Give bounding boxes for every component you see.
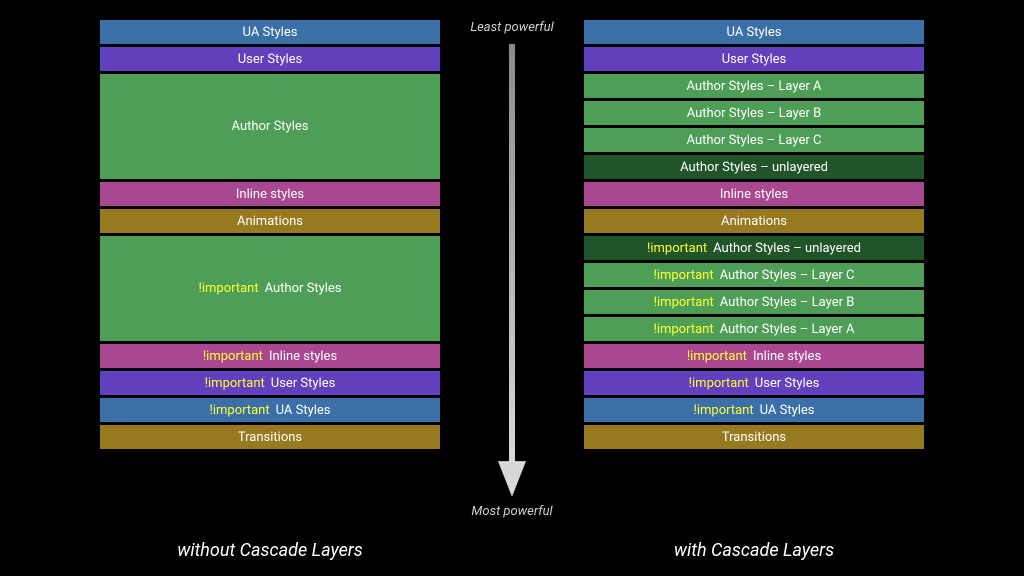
left-row-label: User Styles [238, 52, 303, 67]
right-row-label: Author Styles – Layer A [687, 79, 822, 94]
left-row-2: Author Styles [100, 74, 440, 179]
left-row-4: Animations [100, 209, 440, 233]
left-row-label: Animations [237, 214, 303, 229]
left-row-9: Transitions [100, 425, 440, 449]
important-prefix: !important [653, 322, 713, 337]
right-row-label: Author Styles – Layer A [720, 322, 855, 337]
right-row-7: Animations [584, 209, 924, 233]
down-arrow-icon [496, 44, 528, 497]
left-row-label: UA Styles [243, 25, 298, 40]
right-row-14: !important UA Styles [584, 398, 924, 422]
right-row-label: Author Styles – Layer B [720, 295, 855, 310]
right-row-11: !important Author Styles – Layer A [584, 317, 924, 341]
right-row-10: !important Author Styles – Layer B [584, 290, 924, 314]
left-column: UA Styles User Styles Author Styles Inline … [100, 20, 440, 449]
right-row-0: UA Styles [584, 20, 924, 44]
right-row-label: Author Styles – unlayered [713, 241, 861, 256]
axis-arrow-wrap [496, 36, 528, 505]
left-row-7: !important User Styles [100, 371, 440, 395]
left-row-label: Author Styles [265, 281, 342, 296]
right-row-label: Inline styles [720, 187, 788, 202]
important-prefix: !important [210, 403, 270, 418]
left-caption: without Cascade Layers [100, 540, 440, 561]
right-row-4: Author Styles – Layer C [584, 128, 924, 152]
axis-label-most: Most powerful [471, 504, 552, 520]
right-row-13: !important User Styles [584, 371, 924, 395]
right-row-label: Transitions [722, 430, 786, 445]
right-row-1: User Styles [584, 47, 924, 71]
right-row-15: Transitions [584, 425, 924, 449]
important-prefix: !important [198, 281, 258, 296]
right-row-label: Author Styles – unlayered [680, 160, 828, 175]
right-row-label: User Styles [755, 376, 820, 391]
right-row-2: Author Styles – Layer A [584, 74, 924, 98]
right-row-label: User Styles [722, 52, 787, 67]
right-row-label: UA Styles [760, 403, 815, 418]
right-row-8: !important Author Styles – unlayered [584, 236, 924, 260]
left-row-label: Transitions [238, 430, 302, 445]
left-row-label: Inline styles [269, 349, 337, 364]
right-row-label: UA Styles [727, 25, 782, 40]
left-row-0: UA Styles [100, 20, 440, 44]
right-row-5: Author Styles – unlayered [584, 155, 924, 179]
left-row-6: !important Inline styles [100, 344, 440, 368]
important-prefix: !important [205, 376, 265, 391]
right-row-6: Inline styles [584, 182, 924, 206]
power-axis: Least powerful Most powerful [452, 20, 572, 520]
right-row-label: Author Styles – Layer C [687, 133, 822, 148]
important-prefix: !important [654, 295, 714, 310]
left-row-label: User Styles [271, 376, 336, 391]
right-row-label: Author Styles – Layer C [720, 268, 855, 283]
left-row-1: User Styles [100, 47, 440, 71]
right-row-12: !important Inline styles [584, 344, 924, 368]
right-row-3: Author Styles – Layer B [584, 101, 924, 125]
right-column: UA Styles User Styles Author Styles – Laye… [584, 20, 924, 449]
diagram-stage: UA Styles User Styles Author Styles Inline … [0, 0, 1024, 576]
left-row-label: Author Styles [232, 119, 309, 134]
important-prefix: !important [689, 376, 749, 391]
left-row-label: UA Styles [276, 403, 331, 418]
important-prefix: !important [647, 241, 707, 256]
important-prefix: !important [203, 349, 263, 364]
left-row-3: Inline styles [100, 182, 440, 206]
left-row-8: !important UA Styles [100, 398, 440, 422]
right-row-label: Author Styles – Layer B [687, 106, 822, 121]
right-row-label: Animations [721, 214, 787, 229]
left-row-5: !important Author Styles [100, 236, 440, 341]
right-row-9: !important Author Styles – Layer C [584, 263, 924, 287]
right-caption: with Cascade Layers [584, 540, 924, 561]
important-prefix: !important [687, 349, 747, 364]
important-prefix: !important [653, 268, 713, 283]
right-row-label: Inline styles [753, 349, 821, 364]
important-prefix: !important [694, 403, 754, 418]
left-row-label: Inline styles [236, 187, 304, 202]
axis-label-least: Least powerful [470, 20, 553, 36]
